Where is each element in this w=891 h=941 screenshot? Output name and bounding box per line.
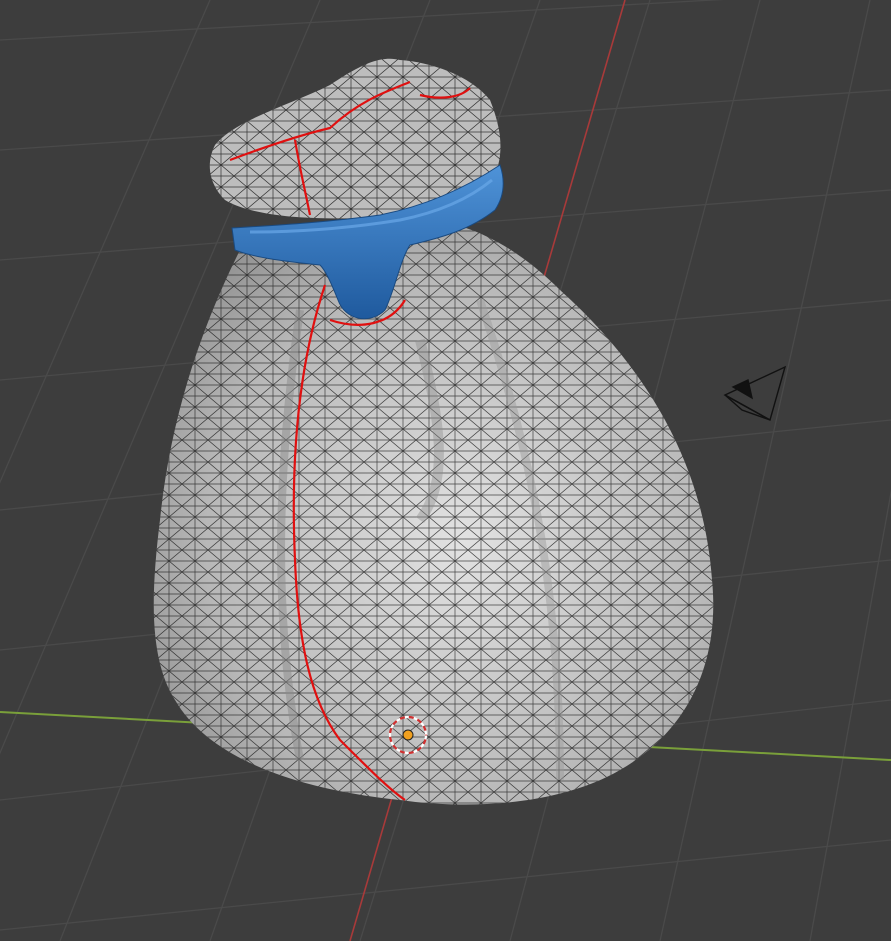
3d-viewport[interactable] — [0, 0, 891, 941]
